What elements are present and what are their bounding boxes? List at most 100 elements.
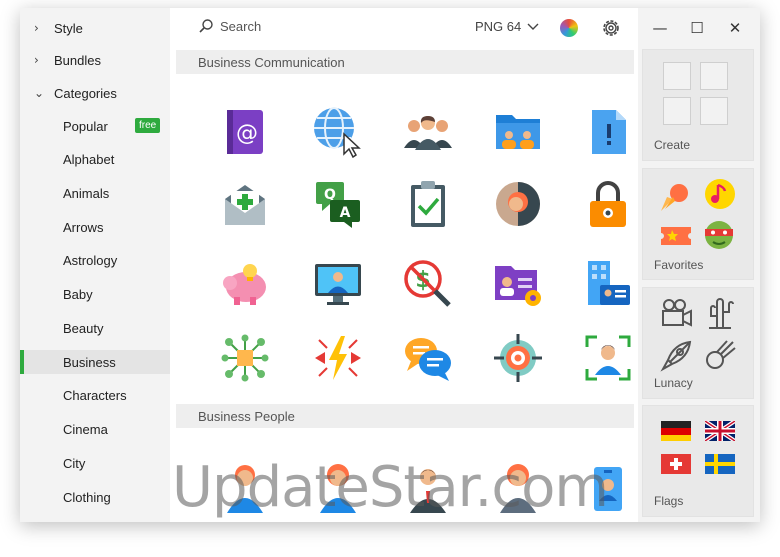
- toolbar: Search PNG 64: [170, 8, 638, 48]
- close-button[interactable]: ✕: [725, 18, 745, 38]
- sidebar-item-business[interactable]: Business: [20, 350, 170, 374]
- ticket-icon: [659, 227, 693, 245]
- business-card-icon[interactable]: [580, 256, 636, 312]
- businessman-icon[interactable]: [400, 460, 456, 516]
- sidebar-item-label: Clothing: [63, 489, 111, 505]
- sidebar-item-astrology[interactable]: Astrology: [20, 248, 170, 272]
- lunacy-card[interactable]: Lunacy: [642, 287, 754, 399]
- sidebar-item-label: Baby: [63, 286, 93, 302]
- rocket-icon: [660, 340, 692, 372]
- search-box[interactable]: Search: [198, 18, 261, 34]
- conflict-lightning-icon[interactable]: [310, 330, 366, 386]
- app-window: › Style › Bundles ⌄ Categories Popular f…: [20, 8, 760, 522]
- gear-icon[interactable]: [600, 17, 622, 39]
- address-book-icon[interactable]: @: [217, 104, 273, 160]
- placeholder-tile: [663, 97, 691, 125]
- color-wheel-icon[interactable]: [560, 19, 578, 37]
- sidebar-item-label: Cinema: [63, 421, 108, 437]
- card-label: Create: [654, 138, 691, 152]
- uk-flag-icon: [705, 421, 735, 441]
- sidebar-item-label: Popular: [63, 118, 108, 134]
- sidebar-item-animals[interactable]: Animals: [20, 181, 170, 205]
- svg-text:A: A: [340, 205, 351, 221]
- format-selector[interactable]: PNG 64: [475, 19, 539, 34]
- sidebar-item-characters[interactable]: Characters: [20, 383, 170, 407]
- card-label: Flags: [654, 494, 684, 508]
- sidebar-item-alphabet[interactable]: Alphabet: [20, 147, 170, 171]
- sidebar-item-label: Business: [63, 354, 116, 370]
- chat-bubbles-icon[interactable]: [400, 330, 456, 386]
- shared-folder-icon[interactable]: [490, 104, 546, 160]
- placeholder-tile: [700, 62, 728, 90]
- ninja-turtle-icon: [705, 221, 733, 249]
- sidebar-item-arrows[interactable]: Arrows: [20, 215, 170, 239]
- medical-mail-icon[interactable]: [217, 176, 273, 232]
- profile-icon[interactable]: [490, 176, 546, 232]
- sidebar-item-style[interactable]: › Style: [20, 16, 170, 40]
- sidebar-item-label: Style: [54, 20, 83, 36]
- sidebar-item-city[interactable]: City: [20, 451, 170, 475]
- music-note-icon: [705, 179, 735, 209]
- card-label: Favorites: [654, 258, 704, 272]
- right-panel: — ☐ ✕ Create Favorites Lunacy Flags: [638, 8, 760, 522]
- monitor-user-icon[interactable]: [310, 256, 366, 312]
- sidebar-item-popular[interactable]: Popular free: [20, 114, 170, 138]
- search-input[interactable]: Search: [220, 19, 261, 34]
- businesswoman-icon[interactable]: [490, 460, 546, 516]
- team-icon[interactable]: [400, 104, 456, 160]
- format-label: PNG 64: [475, 19, 522, 34]
- meteor-icon: [706, 340, 736, 369]
- section-header-business-communication: Business Communication: [176, 50, 634, 74]
- card-label: Lunacy: [654, 376, 693, 390]
- lock-icon[interactable]: [580, 176, 636, 232]
- germany-flag-icon: [661, 421, 691, 441]
- woman-avatar-icon[interactable]: [217, 460, 273, 516]
- minimize-button[interactable]: —: [650, 18, 670, 38]
- sidebar-item-label: Bundles: [54, 52, 101, 68]
- maximize-button[interactable]: ☐: [687, 18, 707, 38]
- sidebar-item-label: City: [63, 455, 86, 471]
- favorites-card[interactable]: Favorites: [642, 168, 754, 280]
- support-agent-icon[interactable]: [310, 460, 366, 516]
- sweden-flag-icon: [705, 454, 735, 474]
- flags-card[interactable]: Flags: [642, 405, 754, 517]
- icon-gallery: Search PNG 64 Business Communication @ Q…: [170, 8, 638, 522]
- chevron-right-icon: ›: [34, 53, 39, 67]
- sidebar-item-beauty[interactable]: Beauty: [20, 316, 170, 340]
- sidebar: › Style › Bundles ⌄ Categories Popular f…: [20, 8, 170, 522]
- user-settings-folder-icon[interactable]: [490, 256, 546, 312]
- video-camera-icon: [662, 299, 692, 327]
- piggy-bank-icon[interactable]: [217, 256, 273, 312]
- sidebar-item-label: Animals: [63, 185, 110, 201]
- svg-text:@: @: [236, 121, 258, 146]
- sidebar-item-label: Characters: [63, 387, 127, 403]
- no-money-icon[interactable]: $: [400, 256, 456, 312]
- sidebar-item-cinema[interactable]: Cinema: [20, 417, 170, 441]
- sidebar-item-categories[interactable]: ⌄ Categories: [20, 81, 170, 105]
- section-header-business-people: Business People: [176, 404, 634, 428]
- sidebar-item-bundles[interactable]: › Bundles: [20, 48, 170, 72]
- globe-cursor-icon[interactable]: [310, 104, 366, 160]
- chevron-down-icon: [527, 23, 539, 31]
- comet-icon: [661, 184, 688, 211]
- sidebar-item-label: Beauty: [63, 320, 104, 336]
- q-and-a-icon[interactable]: QA: [310, 176, 366, 232]
- sidebar-item-label: Astrology: [63, 252, 118, 268]
- sidebar-item-clothing[interactable]: Clothing: [20, 485, 170, 509]
- sidebar-item-baby[interactable]: Baby: [20, 282, 170, 306]
- chevron-down-icon: ⌄: [34, 86, 45, 100]
- distribution-network-icon[interactable]: [217, 330, 273, 386]
- placeholder-tile: [663, 62, 691, 90]
- create-card[interactable]: Create: [642, 49, 754, 161]
- face-scan-icon[interactable]: [580, 330, 636, 386]
- free-badge: free: [135, 118, 161, 133]
- cactus-icon: [709, 298, 734, 329]
- document-alert-icon[interactable]: [580, 104, 636, 160]
- id-badge-icon[interactable]: [580, 460, 636, 516]
- sidebar-item-label: Alphabet: [63, 151, 115, 167]
- search-icon: [198, 18, 214, 34]
- switzerland-flag-icon: [661, 454, 691, 474]
- sidebar-item-label: Arrows: [63, 219, 104, 235]
- target-icon[interactable]: [490, 330, 546, 386]
- clipboard-check-icon[interactable]: [400, 176, 456, 232]
